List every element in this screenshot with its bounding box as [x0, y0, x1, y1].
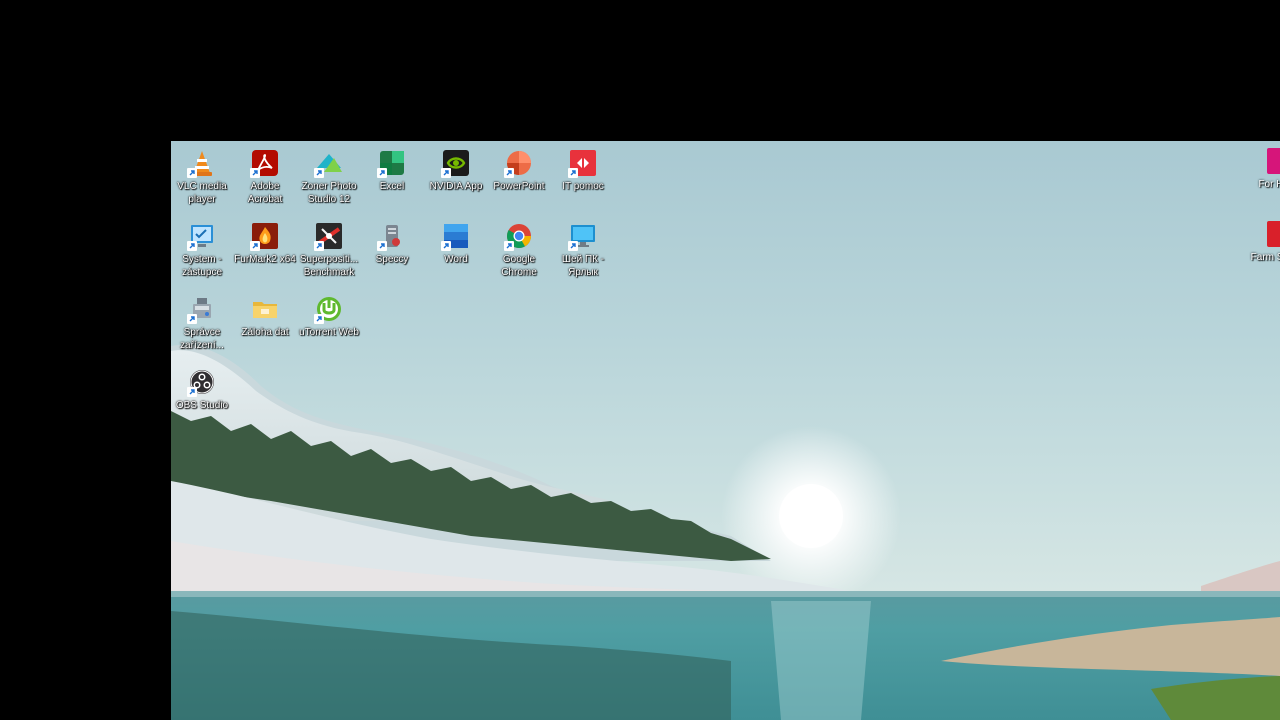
icon-label: uTorrent Web [299, 327, 359, 338]
superposition-icon [314, 221, 344, 251]
speccy-shortcut[interactable]: Speccy [360, 217, 424, 287]
shortcut-arrow-icon [377, 168, 387, 178]
shortcut-arrow-icon [187, 241, 197, 251]
obs-studio-shortcut[interactable]: OBS Studio [171, 363, 234, 433]
utorrent-web-shortcut[interactable]: uTorrent Web [297, 290, 361, 360]
furmark-shortcut[interactable]: FurMark2 x64 [233, 217, 297, 287]
system-shortcut[interactable]: System - zástupce [171, 217, 234, 287]
adobe-acrobat-shortcut[interactable]: Adobe Acrobat [233, 144, 297, 214]
folder-icon [250, 294, 280, 324]
it-pomoc-icon [568, 148, 598, 178]
shortcut-arrow-icon [504, 168, 514, 178]
shortcut-arrow-icon [314, 168, 324, 178]
zaloha-dat-folder[interactable]: Záloha dat [233, 290, 297, 360]
acrobat-icon [250, 148, 280, 178]
monitor-icon [568, 221, 598, 251]
google-chrome-shortcut[interactable]: Google Chrome [487, 217, 551, 287]
icon-label: Speccy [375, 254, 409, 265]
icon-label: Excel [379, 181, 405, 192]
zoner-photo-studio-shortcut[interactable]: Zoner Photo Studio 12 [297, 144, 361, 214]
utorrent-icon [314, 294, 344, 324]
vlc-cone-icon [187, 148, 217, 178]
superposition-benchmark-shortcut[interactable]: Superpositi... Benchmark [297, 217, 361, 287]
nvidia-app-shortcut[interactable]: NVIDIA App [424, 144, 488, 214]
device-manager-icon [187, 294, 217, 324]
icon-label: Správce zařízení... [180, 327, 224, 351]
icon-label: Word [444, 254, 468, 265]
obs-icon [187, 367, 217, 397]
icon-label: Superpositi... Benchmark [299, 254, 359, 278]
shortcut-arrow-icon [250, 168, 260, 178]
powerpoint-icon [504, 148, 534, 178]
vlc-media-player-shortcut[interactable]: VLC media player [171, 144, 234, 214]
nvidia-icon [441, 148, 471, 178]
chrome-icon [504, 221, 534, 251]
icon-label: System - zástupce [181, 254, 223, 278]
farming-simulator-icon [1267, 221, 1280, 247]
shortcut-arrow-icon [568, 241, 578, 251]
forza-horizon-icon [1267, 148, 1280, 174]
shortcut-arrow-icon [568, 168, 578, 178]
shortcut-arrow-icon [441, 241, 451, 251]
excel-shortcut[interactable]: Excel [360, 144, 424, 214]
shortcut-arrow-icon [187, 168, 197, 178]
icon-label: IT pomoc [562, 181, 604, 192]
shortcut-arrow-icon [187, 314, 197, 324]
furmark-icon [250, 221, 280, 251]
desktop-screen: VLC media player Adobe Acrobat Zoner Pho… [171, 141, 1280, 720]
shortcut-arrow-icon [377, 241, 387, 251]
shortcut-arrow-icon [504, 241, 514, 251]
icon-label: PowerPoint [493, 181, 545, 192]
shortcut-arrow-icon [314, 241, 324, 251]
farming-simulator-shortcut[interactable]: Farm Simula [1251, 217, 1280, 287]
icon-label: For Horiz [1258, 179, 1280, 190]
speccy-icon [377, 221, 407, 251]
icon-label: VLC media player [177, 181, 227, 205]
monitor-shortcut[interactable]: Шей ПК - Ярлык [551, 217, 615, 287]
shortcut-arrow-icon [314, 314, 324, 324]
zoner-photo-icon [314, 148, 344, 178]
excel-icon [377, 148, 407, 178]
word-shortcut[interactable]: Word [424, 217, 488, 287]
icon-label: Шей ПК - Ярлык [561, 254, 605, 278]
word-icon [441, 221, 471, 251]
forza-horizon-shortcut[interactable]: For Horiz [1258, 144, 1280, 214]
icon-label: FurMark2 x64 [234, 254, 296, 265]
icon-label: NVIDIA App [429, 181, 483, 192]
shortcut-arrow-icon [441, 168, 451, 178]
icon-label: Google Chrome [501, 254, 537, 278]
icon-label: Záloha dat [241, 327, 289, 338]
icon-label: Adobe Acrobat [247, 181, 283, 205]
it-pomoc-shortcut[interactable]: IT pomoc [551, 144, 615, 214]
shortcut-arrow-icon [250, 241, 260, 251]
icon-label: Zoner Photo Studio 12 [301, 181, 357, 205]
icon-label: OBS Studio [175, 400, 229, 411]
powerpoint-shortcut[interactable]: PowerPoint [487, 144, 551, 214]
shortcut-arrow-icon [187, 387, 197, 397]
icon-label: Farm Simula [1250, 252, 1280, 263]
system-icon [187, 221, 217, 251]
device-manager-shortcut[interactable]: Správce zařízení... [171, 290, 234, 360]
